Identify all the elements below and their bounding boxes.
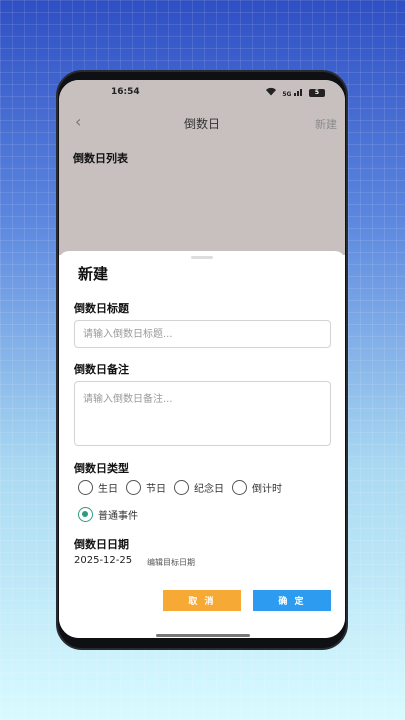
- home-indicator[interactable]: [156, 634, 250, 637]
- type-radio-row: 生日 节日 纪念日 倒计时: [78, 480, 282, 495]
- radio-label: 生日: [98, 484, 118, 495]
- note-label: 倒数日备注: [74, 363, 129, 376]
- sheet-title: 新建: [78, 265, 109, 283]
- date-value: 2025-12-25: [74, 555, 133, 566]
- confirm-button[interactable]: 确 定: [253, 590, 331, 611]
- signal-label: 5G: [282, 90, 292, 98]
- edit-date-link[interactable]: 编辑目标日期: [147, 557, 195, 568]
- status-icons: 5G 5: [265, 87, 325, 98]
- list-title: 倒数日列表: [73, 152, 128, 165]
- wifi-icon: [265, 87, 277, 98]
- status-time: 16:54: [111, 87, 140, 97]
- title-input[interactable]: [74, 320, 331, 348]
- radio-anniversary[interactable]: 纪念日: [174, 480, 224, 495]
- new-button[interactable]: 新建: [315, 116, 337, 132]
- sheet-handle[interactable]: [191, 256, 213, 259]
- cancel-button[interactable]: 取 消: [163, 590, 241, 611]
- type-radio-row-2: 普通事件: [78, 507, 138, 522]
- radio-birthday[interactable]: 生日: [78, 480, 118, 495]
- signal-icon: 5G: [282, 88, 304, 98]
- radio-label: 节日: [146, 484, 166, 495]
- radio-circle: [126, 480, 141, 495]
- radio-circle-selected: [78, 507, 93, 522]
- nav-bar: ‹ 倒数日 新建: [59, 110, 345, 136]
- battery-level: 5: [314, 89, 320, 96]
- new-countdown-sheet: 新建 倒数日标题 倒数日备注 倒数日类型 生日 节日 纪念日 倒计时 普通事件 …: [59, 251, 345, 638]
- battery-icon: 5: [309, 88, 325, 97]
- radio-circle: [174, 480, 189, 495]
- date-label: 倒数日日期: [74, 538, 129, 551]
- page-title: 倒数日: [183, 117, 220, 131]
- radio-label: 纪念日: [194, 484, 224, 495]
- radio-normal-event[interactable]: 普通事件: [78, 507, 138, 522]
- phone-screen: 16:54 5G 5 ‹ 倒数日 新建 倒数日列表 新建 倒数日标题 倒数日备注: [59, 80, 345, 638]
- radio-holiday[interactable]: 节日: [126, 480, 166, 495]
- status-bar: 16:54 5G 5: [59, 80, 345, 106]
- radio-label: 倒计时: [252, 484, 282, 495]
- radio-label: 普通事件: [98, 511, 138, 522]
- type-label: 倒数日类型: [74, 462, 129, 475]
- background-page: 16:54 5G 5 ‹ 倒数日 新建 倒数日列表: [59, 80, 345, 255]
- title-label: 倒数日标题: [74, 302, 129, 315]
- radio-countdown[interactable]: 倒计时: [232, 480, 282, 495]
- note-input[interactable]: [74, 381, 331, 446]
- radio-circle: [78, 480, 93, 495]
- radio-circle: [232, 480, 247, 495]
